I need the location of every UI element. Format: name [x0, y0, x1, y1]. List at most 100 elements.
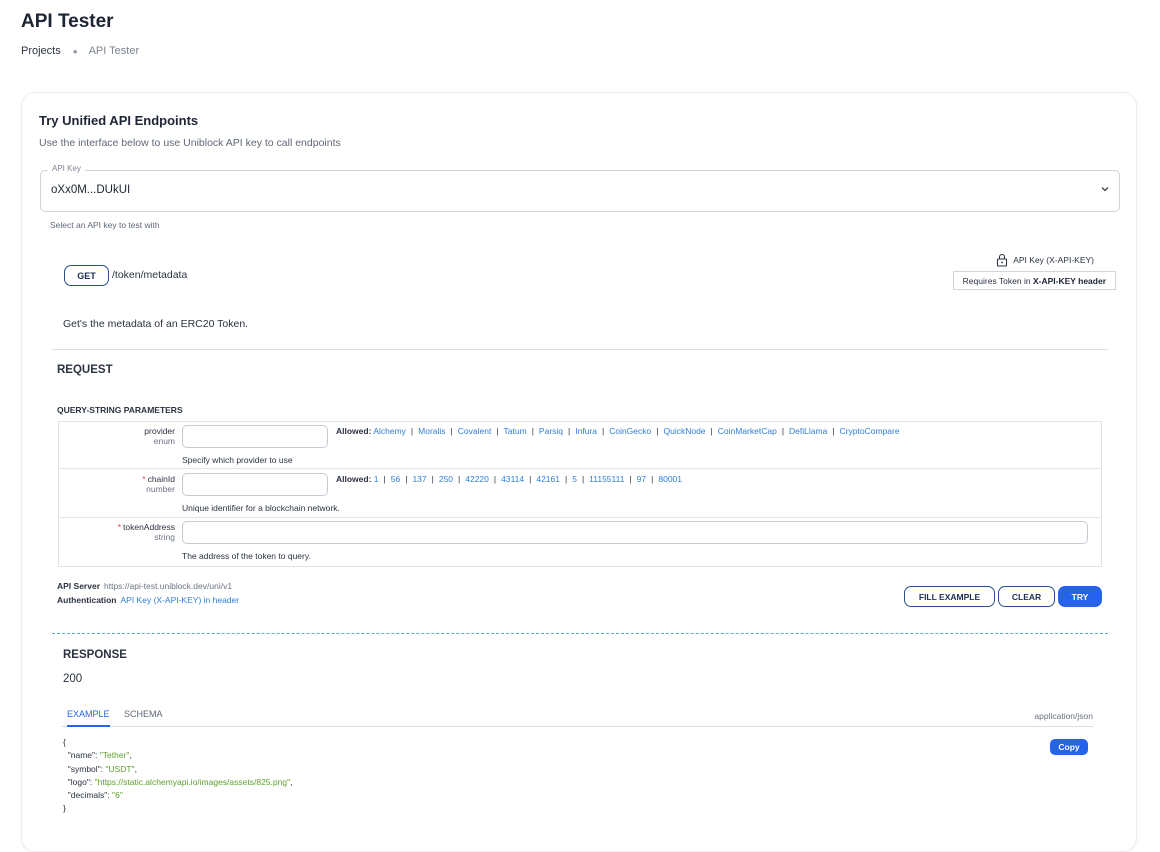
response-status: 200	[63, 673, 83, 685]
allowed-separator: |	[458, 474, 461, 484]
allowed-values: 1 | 56 | 137 | 250 | 42220 | 43114 | 42161 | 5 | 1115511…	[374, 474, 682, 484]
provider-allowed: Allowed: Alchemy | Moralis | Covalent | Tatum |…	[336, 426, 900, 436]
clear-button[interactable]: CLEAR	[998, 586, 1055, 607]
allowed-value-link[interactable]: CoinMarketCap	[718, 426, 777, 436]
allowed-value-link[interactable]: Moralis	[418, 426, 445, 436]
page-title: API Tester	[21, 11, 114, 32]
param-help: Specify which provider to use	[182, 455, 293, 465]
method-badge: GET	[64, 265, 109, 286]
param-name-tokenaddress: tokenAddress	[123, 522, 175, 532]
tokenaddress-input[interactable]	[182, 521, 1088, 544]
allowed-separator: |	[581, 474, 585, 484]
allowed-value-link[interactable]: Tatum	[504, 426, 527, 436]
param-name: * chainId number	[142, 474, 175, 494]
fill-example-button[interactable]: FILL EXAMPLE	[904, 586, 995, 607]
allowed-values: Alchemy | Moralis | Covalent | Tatum | Parsiq | In…	[373, 426, 899, 436]
breadcrumb-projects[interactable]: Projects	[21, 45, 61, 57]
tab-schema[interactable]: SCHEMA	[124, 709, 163, 719]
allowed-separator: |	[450, 426, 453, 436]
lock-icon	[997, 253, 1008, 267]
allowed-separator: |	[383, 474, 386, 484]
allowed-value-link[interactable]: 97	[637, 474, 646, 484]
param-help: Unique identifier for a blockchain netwo…	[182, 503, 340, 513]
allowed-value-link[interactable]: Parsiq	[539, 426, 563, 436]
api-server-url: https://api-test.uniblock.dev/uni/v1	[104, 581, 233, 591]
response-example-code: { "name": "Tether", "symbol": "USDT", "l…	[63, 736, 292, 816]
allowed-separator: |	[529, 474, 532, 484]
allowed-separator: |	[710, 426, 713, 436]
endpoint-description: Get's the metadata of an ERC20 Token.	[63, 318, 249, 330]
allowed-separator: |	[629, 474, 632, 484]
allowed-separator: |	[405, 474, 408, 484]
response-title: RESPONSE	[63, 649, 127, 661]
allowed-value-link[interactable]: 250	[439, 474, 453, 484]
api-key-help: Select an API key to test with	[50, 220, 160, 230]
required-marker: *	[142, 474, 146, 484]
allowed-value-link[interactable]: 1	[374, 474, 379, 484]
allowed-value-link[interactable]: 5	[572, 474, 577, 484]
allowed-value-link[interactable]: 11155111	[589, 474, 624, 484]
breadcrumb-current: API Tester	[88, 45, 140, 57]
copy-button[interactable]: Copy	[1050, 739, 1088, 755]
allowed-separator: |	[651, 474, 654, 484]
response-tabs: EXAMPLE SCHEMA application/json	[62, 707, 1093, 727]
param-name: * tokenAddress string	[118, 522, 175, 542]
allowed-separator: |	[601, 426, 605, 436]
allowed-label: Allowed:	[336, 474, 372, 484]
allowed-separator: |	[564, 474, 568, 484]
api-key-select[interactable]: API Key oXx0M...DUkUI	[40, 164, 1120, 212]
param-name-provider: provider	[144, 426, 175, 436]
allowed-value-link[interactable]: Alchemy	[373, 426, 406, 436]
json-line: "logo": "https://static.alchemyapi.io/im…	[63, 776, 293, 787]
auth-note-header: X-API-KEY header	[1032, 275, 1106, 286]
param-row-chainid: * chainId number Allowed: 1 | 56 | 137 | 250 | 42…	[59, 469, 1101, 518]
allowed-separator: |	[832, 426, 835, 436]
json-open-brace: {	[63, 737, 66, 747]
allowed-value-link[interactable]: QuickNode	[663, 426, 705, 436]
breadcrumb: Projects ● API Tester	[21, 45, 139, 57]
json-line: "decimals": "6"	[63, 790, 123, 801]
allowed-separator: |	[531, 426, 534, 436]
authentication-row: Authentication API Key (X-API-KEY) in hea…	[57, 593, 239, 607]
auth-note: Requires Token in X-API-KEY header	[952, 271, 1116, 290]
param-type: number	[146, 484, 175, 494]
api-server-row: API Server https://api-test.uniblock.dev/…	[57, 579, 239, 593]
param-type: string	[154, 532, 175, 542]
param-name: provider enum	[144, 426, 175, 446]
allowed-value-link[interactable]: Infura	[575, 426, 597, 436]
allowed-value-link[interactable]: Covalent	[458, 426, 492, 436]
chainid-input[interactable]	[182, 473, 328, 496]
request-title: REQUEST	[57, 364, 113, 376]
divider	[52, 349, 1108, 350]
chainid-allowed: Allowed: 1 | 56 | 137 | 250 | 42220 | 43114 | 42161 |…	[336, 474, 682, 484]
allowed-value-link[interactable]: DefiLlama	[789, 426, 827, 436]
api-key-label: API Key	[48, 164, 85, 173]
auth-note-prefix: Requires Token in	[962, 275, 1031, 286]
param-type: enum	[153, 436, 175, 446]
param-help: The address of the token to query.	[182, 551, 311, 561]
param-row-tokenaddress: * tokenAddress string The address of the …	[59, 518, 1101, 566]
allowed-value-link[interactable]: 56	[391, 474, 400, 484]
allowed-separator: |	[493, 474, 497, 484]
tab-example[interactable]: EXAMPLE	[67, 709, 110, 727]
allowed-value-link[interactable]: 80001	[658, 474, 682, 484]
allowed-separator: |	[568, 426, 571, 436]
try-button[interactable]: TRY	[1058, 586, 1102, 607]
allowed-value-link[interactable]: 42220	[465, 474, 489, 484]
endpoint-path: /token/metadata	[112, 269, 188, 281]
authentication-value[interactable]: API Key (X-API-KEY) in header	[121, 595, 240, 605]
provider-input[interactable]	[182, 425, 328, 448]
param-name-chainid: chainId	[147, 474, 175, 484]
required-marker: *	[117, 522, 122, 532]
allowed-value-link[interactable]: 137	[412, 474, 426, 484]
allowed-separator: |	[496, 426, 499, 436]
allowed-value-link[interactable]: CryptoCompare	[840, 426, 900, 436]
allowed-separator: |	[431, 474, 434, 484]
allowed-value-link[interactable]: 43114	[501, 474, 524, 484]
response-divider	[52, 633, 1108, 634]
allowed-value-link[interactable]: 42161	[536, 474, 560, 484]
query-params-title: QUERY-STRING PARAMETERS	[57, 405, 183, 415]
api-server-label: API Server	[57, 581, 100, 591]
allowed-label: Allowed:	[336, 426, 372, 436]
allowed-value-link[interactable]: CoinGecko	[609, 426, 651, 436]
